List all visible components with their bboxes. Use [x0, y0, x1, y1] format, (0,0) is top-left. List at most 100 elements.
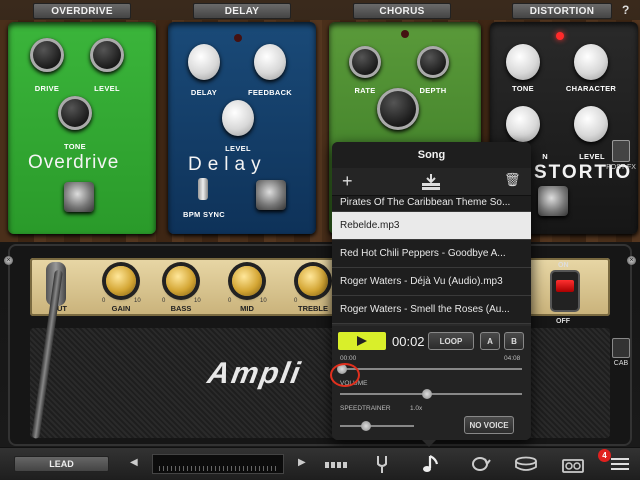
music-note-icon[interactable] [420, 453, 444, 475]
delay-time-label: DELAY [190, 88, 218, 97]
position-start-time: 00:00 [340, 355, 357, 362]
rack-icon[interactable] [324, 461, 348, 469]
tuner-display [152, 454, 284, 474]
delete-song-button[interactable]: 🗑 [504, 172, 521, 188]
tab-overdrive[interactable]: OVERDRIVE [33, 3, 131, 19]
cab-label: CAB [613, 360, 629, 367]
amp-screw-right: × [627, 256, 636, 265]
cab-button[interactable]: CAB [606, 338, 636, 367]
volume-slider-thumb[interactable] [422, 389, 433, 399]
drive-knob[interactable] [30, 38, 64, 72]
mid-label: MID [240, 304, 254, 313]
loop-button[interactable]: LOOP [428, 332, 474, 350]
delay-level-knob[interactable] [222, 100, 254, 136]
song-item[interactable]: Red Hot Chili Peppers - Goodbye A... [332, 240, 531, 268]
highlight-circle [330, 363, 360, 387]
level-label: LEVEL [94, 84, 120, 93]
preset-name-button[interactable]: LEAD [14, 456, 109, 472]
gain-knob[interactable] [106, 266, 136, 296]
help-button[interactable]: ? [622, 3, 629, 17]
notification-badge: 4 [598, 449, 611, 462]
distortion-tone-label: TONE [512, 84, 534, 93]
delay-footswitch[interactable] [256, 180, 286, 210]
delay-knob[interactable] [188, 44, 220, 80]
overdrive-pedal: DRIVE LEVEL TONE Overdrive [8, 22, 156, 234]
transport-controls: 00:02 LOOP A B 00:00 04:08 VOLUME SPEEDT… [332, 326, 531, 440]
level-knob[interactable] [90, 38, 124, 72]
mid-knob[interactable] [232, 266, 262, 296]
power-off-label: OFF [556, 318, 570, 325]
bass-label: BASS [170, 304, 192, 313]
position-slider-track[interactable] [340, 368, 522, 370]
song-item[interactable]: Roger Waters - Smell the Roses (Au... [332, 296, 531, 324]
drum-icon[interactable] [514, 456, 538, 472]
song-panel: Song + 🗑 Pirates Of The Caribbean Theme … [332, 142, 531, 440]
current-time: 00:02 [392, 334, 425, 349]
depth-knob[interactable] [417, 46, 449, 78]
post-fx-button[interactable]: POST FX [604, 140, 638, 171]
distortion-footswitch[interactable] [538, 186, 568, 216]
song-item-selected[interactable]: Rebelde.mp3 [332, 212, 531, 240]
prev-preset-icon[interactable]: ◀ [130, 457, 138, 468]
delay-led [234, 34, 242, 42]
tone-knob[interactable] [58, 96, 92, 130]
post-fx-label: POST FX [606, 164, 636, 171]
character-knob[interactable] [574, 44, 608, 80]
treble-knob[interactable] [298, 266, 328, 296]
gain-label: GAIN [111, 304, 131, 313]
song-item[interactable]: Roger Waters - Déjà Vu (Audio).mp3 [332, 268, 531, 296]
distortion-led [556, 32, 564, 40]
song-panel-title: Song [332, 142, 531, 168]
song-item[interactable]: Pirates Of The Caribbean Theme So... [332, 196, 531, 212]
power-switch[interactable] [552, 272, 578, 310]
tab-distortion[interactable]: DISTORTION [512, 3, 612, 19]
song-toolbar: + 🗑 [332, 168, 531, 196]
overdrive-title: Overdrive [28, 152, 120, 173]
speed-value: 1.0x [410, 405, 423, 412]
bottom-toolbar: LEAD ◀ ▶ [0, 447, 640, 480]
recorder-icon[interactable] [561, 455, 585, 473]
no-voice-button[interactable]: NO VOICE [464, 416, 514, 434]
play-button[interactable] [338, 332, 386, 350]
song-list: Pirates Of The Caribbean Theme So... Reb… [332, 196, 531, 324]
feedback-label: FEEDBACK [247, 88, 293, 97]
bpm-sync-label: BPM SYNC [183, 210, 225, 219]
loop-a-button[interactable]: A [480, 332, 500, 350]
delay-level-label: LEVEL [225, 144, 251, 153]
bass-knob[interactable] [166, 266, 196, 296]
delay-title: Delay [188, 154, 267, 175]
amp-screw-left: × [4, 256, 13, 265]
import-icon[interactable] [420, 173, 442, 191]
overdrive-footswitch[interactable] [64, 182, 94, 212]
rate-knob[interactable] [349, 46, 381, 78]
chorus-led [401, 30, 409, 38]
delay-pedal: DELAY FEEDBACK LEVEL Delay BPM SYNC [168, 22, 316, 234]
next-preset-icon[interactable]: ▶ [298, 457, 306, 468]
play-icon [357, 336, 367, 346]
loop-icon[interactable] [468, 455, 492, 473]
chorus-level-knob[interactable] [377, 88, 419, 130]
post-fx-icon [612, 140, 630, 162]
position-end-time: 04:08 [504, 355, 521, 362]
distortion-tone-knob[interactable] [506, 44, 540, 80]
amplifier: × × UT 0 10 GAIN 0 10 BASS 0 10 MID 0 TR… [4, 244, 636, 446]
tab-delay[interactable]: DELAY [193, 3, 291, 19]
loop-b-button[interactable]: B [504, 332, 524, 350]
bpm-sync-switch[interactable] [198, 178, 208, 200]
cab-icon [612, 338, 630, 358]
amp-logo: Ampli [205, 357, 305, 390]
tuner-fork-icon[interactable] [370, 454, 394, 474]
feedback-knob[interactable] [254, 44, 286, 80]
tab-chorus[interactable]: CHORUS [353, 3, 451, 19]
treble-label: TREBLE [298, 304, 328, 313]
add-song-button[interactable]: + [342, 171, 353, 192]
menu-icon[interactable] [608, 457, 632, 471]
song-panel-pointer [422, 440, 436, 447]
power-on-label: ON [558, 262, 569, 269]
distortion-level-knob[interactable] [574, 106, 608, 142]
speedtrainer-label: SPEEDTRAINER [340, 405, 391, 412]
gain-knob-distortion[interactable] [506, 106, 540, 142]
speed-slider-track[interactable] [340, 425, 414, 427]
speed-slider-thumb[interactable] [360, 421, 371, 431]
drive-label: DRIVE [34, 84, 60, 93]
